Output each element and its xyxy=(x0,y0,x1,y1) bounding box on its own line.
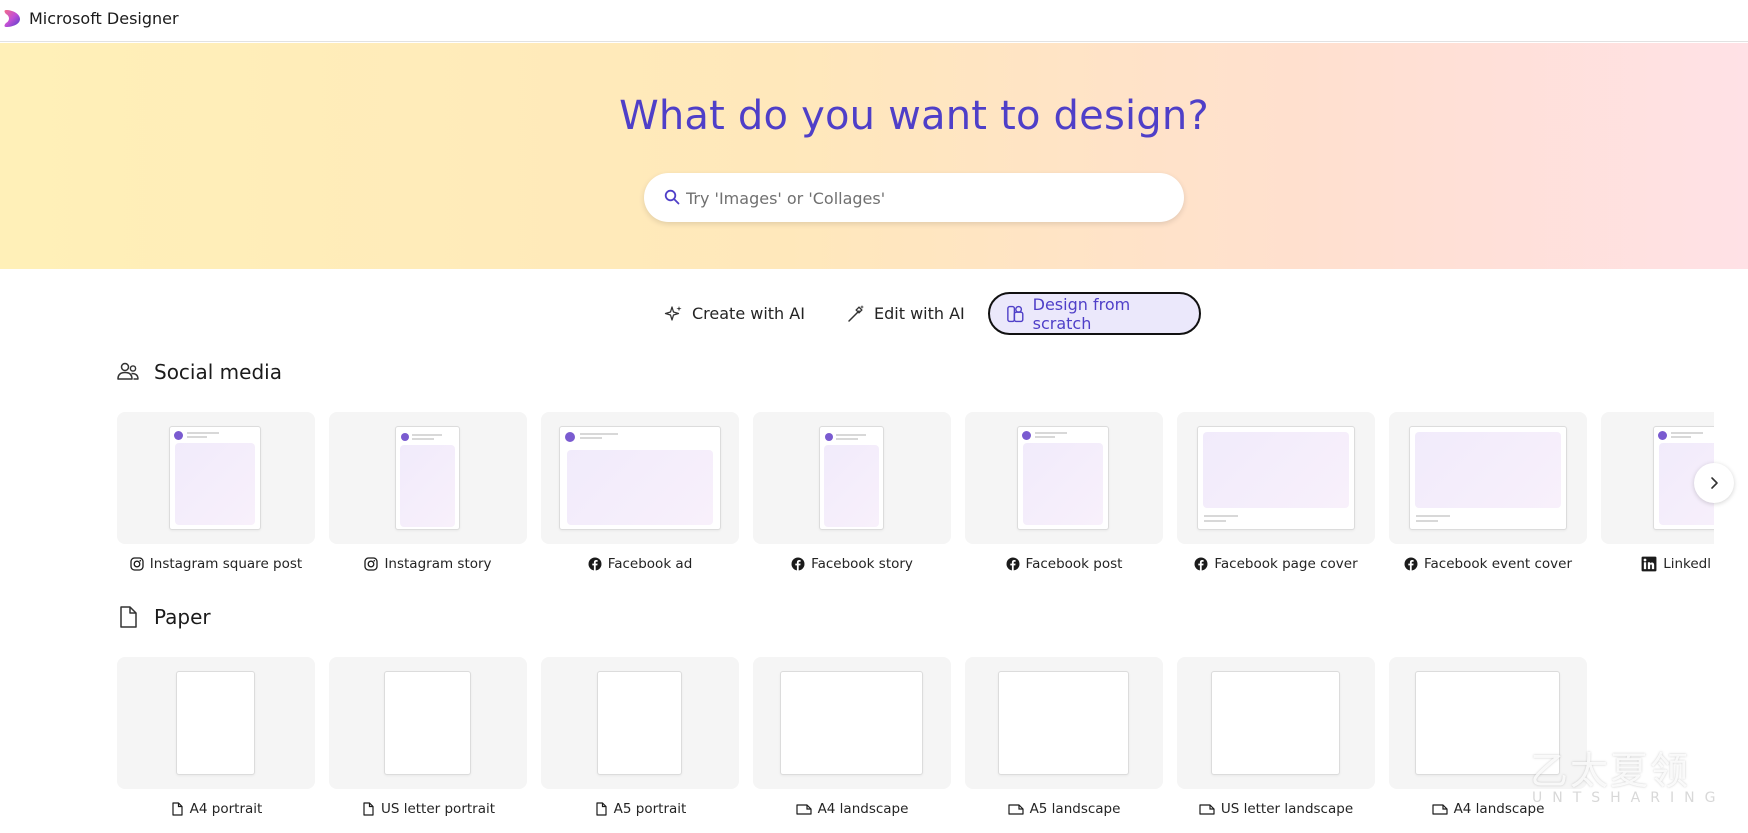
template-thumbnail xyxy=(998,671,1129,775)
paper-title: Paper xyxy=(154,605,211,629)
mode-selector: Create with AI Edit with AI Design from … xyxy=(0,292,1748,336)
template-thumbnail xyxy=(1017,426,1109,530)
template-card-instagram-square-post[interactable] xyxy=(117,412,315,544)
template-thumbnail xyxy=(1211,671,1340,775)
template-card-facebook-post[interactable] xyxy=(965,412,1163,544)
search-bar[interactable] xyxy=(644,173,1184,222)
document-portrait-icon xyxy=(596,802,607,816)
paper-heading: Paper xyxy=(116,605,211,629)
template-thumbnail xyxy=(1197,426,1355,530)
instagram-icon xyxy=(130,557,144,571)
facebook-icon xyxy=(1006,557,1020,571)
top-bar: Microsoft Designer xyxy=(0,0,1748,42)
template-label-instagram-story: Instagram story xyxy=(329,556,527,572)
template-label-a4-portrait: A4 portrait xyxy=(117,801,315,817)
template-card-instagram-story[interactable] xyxy=(329,412,527,544)
document-icon xyxy=(120,606,137,628)
template-label-us-letter-landscape: US letter landscape xyxy=(1177,801,1375,817)
search-input[interactable] xyxy=(686,183,1156,213)
template-card-facebook-ad[interactable] xyxy=(541,412,739,544)
instagram-icon xyxy=(364,557,379,571)
template-label-a4-landscape: A4 landscape xyxy=(753,801,951,817)
magic-wand-icon xyxy=(848,304,864,322)
document-landscape-icon xyxy=(1431,804,1448,815)
document-landscape-icon xyxy=(1007,804,1024,815)
template-thumbnail xyxy=(597,671,682,775)
template-card-facebook-event-cover[interactable] xyxy=(1389,412,1587,544)
linkedin-icon xyxy=(1641,556,1657,572)
social-media-heading: Social media xyxy=(116,360,282,384)
template-label-facebook-ad: Facebook ad xyxy=(541,556,739,572)
hero-banner: What do you want to design? xyxy=(0,43,1748,269)
template-thumbnail xyxy=(1409,426,1567,530)
watermark-sub: UNTSHARING xyxy=(1532,790,1726,806)
edit-with-ai-button[interactable]: Edit with AI xyxy=(830,292,981,335)
template-label-a5-portrait: A5 portrait xyxy=(541,801,739,817)
template-thumbnail xyxy=(395,426,460,530)
document-landscape-icon xyxy=(1199,804,1215,815)
template-thumbnail xyxy=(176,671,255,775)
create-with-ai-label: Create with AI xyxy=(692,304,805,323)
carousel-next-button[interactable] xyxy=(1694,463,1734,503)
template-thumbnail xyxy=(780,671,923,775)
template-thumbnail xyxy=(169,426,261,530)
template-label-facebook-post: Facebook post xyxy=(965,556,1163,572)
template-card-a5-portrait[interactable] xyxy=(541,657,739,789)
search-icon xyxy=(664,189,680,205)
template-label-linkedin: Linkedl xyxy=(1600,556,1711,572)
template-label-us-letter-portrait: US letter portrait xyxy=(329,801,527,817)
chevron-right-icon xyxy=(1711,477,1718,489)
template-label-facebook-event-cover: Facebook event cover xyxy=(1389,556,1587,572)
template-card-a5-landscape[interactable] xyxy=(965,657,1163,789)
document-portrait-icon xyxy=(172,802,183,816)
social-media-title: Social media xyxy=(154,360,282,384)
template-label-instagram-square-post: Instagram square post xyxy=(117,556,315,572)
facebook-icon xyxy=(791,557,805,571)
people-icon xyxy=(117,362,139,380)
design-from-scratch-button[interactable]: Design from scratch xyxy=(988,292,1201,335)
template-label-facebook-story: Facebook story xyxy=(753,556,951,572)
watermark-main: 乙太夏领 xyxy=(1530,749,1691,793)
template-thumbnail xyxy=(384,671,471,775)
template-thumbnail xyxy=(559,426,721,530)
facebook-icon xyxy=(588,557,602,571)
template-card-us-letter-portrait[interactable] xyxy=(329,657,527,789)
shapes-icon xyxy=(1007,305,1024,322)
template-thumbnail xyxy=(819,426,884,530)
design-from-scratch-label: Design from scratch xyxy=(1032,294,1131,333)
template-label-facebook-page-cover: Facebook page cover xyxy=(1177,556,1375,572)
app-title[interactable]: Microsoft Designer xyxy=(29,9,179,28)
template-card-a4-landscape[interactable] xyxy=(753,657,951,789)
template-card-facebook-page-cover[interactable] xyxy=(1177,412,1375,544)
template-label-a5-landscape: A5 landscape xyxy=(965,801,1163,817)
document-portrait-icon xyxy=(363,802,374,816)
template-card-a4-portrait[interactable] xyxy=(117,657,315,789)
carousel-overflow-clip: Linkedl xyxy=(1600,412,1714,582)
hero-title: What do you want to design? xyxy=(619,93,1209,139)
facebook-icon xyxy=(1194,557,1208,571)
watermark: 乙太夏领 UNTSHARING xyxy=(1530,740,1740,820)
edit-with-ai-label: Edit with AI xyxy=(874,304,965,323)
template-card-facebook-story[interactable] xyxy=(753,412,951,544)
sparkle-icon xyxy=(664,305,682,321)
facebook-icon xyxy=(1404,557,1418,571)
create-with-ai-button[interactable]: Create with AI xyxy=(648,292,821,335)
designer-logo-icon[interactable] xyxy=(3,9,21,28)
document-landscape-icon xyxy=(795,804,812,815)
template-card-us-letter-landscape[interactable] xyxy=(1177,657,1375,789)
